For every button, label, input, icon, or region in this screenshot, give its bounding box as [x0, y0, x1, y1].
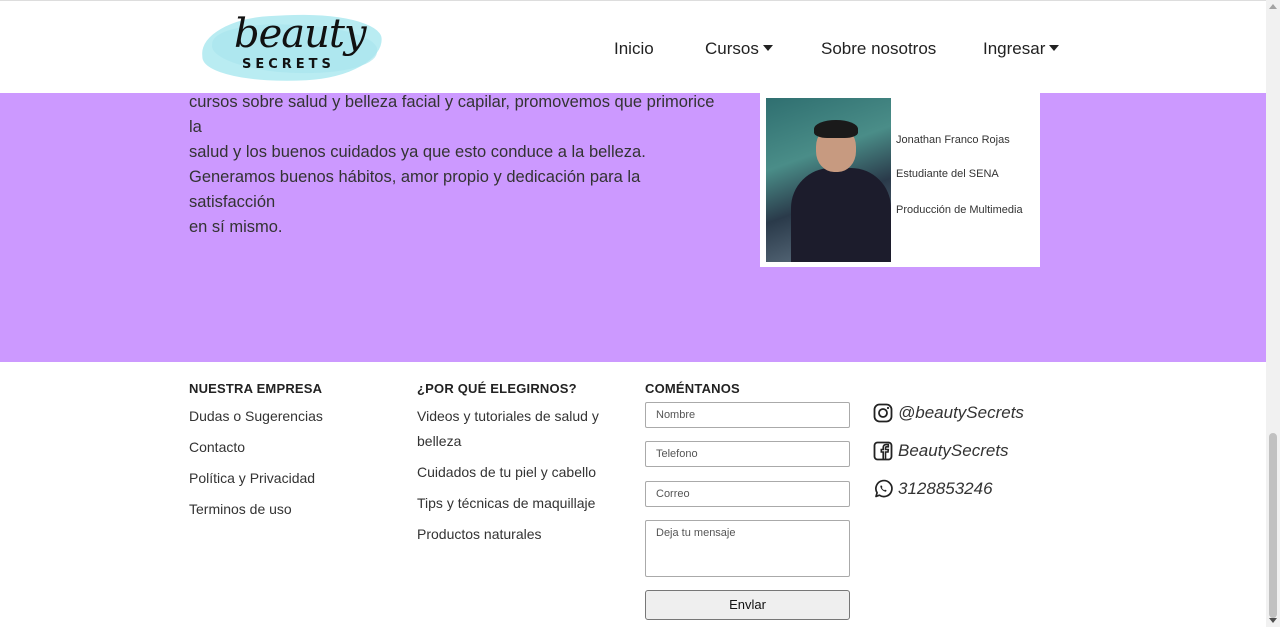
nav-sobre-nosotros[interactable]: Sobre nosotros	[821, 39, 936, 59]
scroll-down-icon[interactable]	[1269, 618, 1277, 623]
author-photo	[766, 98, 891, 262]
navbar: beauty SECRETS Inicio Cursos Sobre nosot…	[0, 0, 1266, 93]
facebook-handle: BeautySecrets	[898, 441, 1009, 460]
about-line: salud y los buenos cuidados ya que esto …	[189, 143, 646, 161]
about-line: en sí mismo.	[189, 218, 283, 236]
instagram-handle: @beautySecrets	[898, 403, 1024, 422]
footer-link-privacidad[interactable]: Política y Privacidad	[189, 466, 315, 491]
footer-link-dudas[interactable]: Dudas o Sugerencias	[189, 404, 323, 429]
nav-cursos-label: Cursos	[705, 39, 759, 58]
beauty-secrets-logo[interactable]: beauty SECRETS	[200, 10, 384, 86]
mensaje-textarea[interactable]: Deja tu mensaje	[645, 520, 850, 577]
social-instagram[interactable]: @beautySecrets	[872, 402, 1024, 424]
scrollbar-thumb[interactable]	[1269, 433, 1277, 618]
nombre-input[interactable]: Nombre	[645, 402, 850, 428]
author-program: Producción de Multimedia	[896, 204, 1023, 216]
footer-porque-title: ¿POR QUÉ ELEGIRNOS?	[417, 381, 577, 396]
footer-empresa-title: NUESTRA EMPRESA	[189, 381, 323, 396]
whatsapp-number: 3128853246	[898, 479, 993, 498]
author-role: Estudiante del SENA	[896, 168, 999, 180]
chevron-down-icon	[762, 45, 773, 51]
photo-hair	[814, 120, 858, 138]
footer-link-contacto[interactable]: Contacto	[189, 435, 245, 460]
footer-comentanos-title: COMÉNTANOS	[645, 381, 740, 396]
scroll-up-icon[interactable]	[1269, 4, 1277, 9]
author-name: Jonathan Franco Rojas	[896, 134, 1010, 146]
social-facebook[interactable]: BeautySecrets	[872, 440, 1009, 462]
whatsapp-icon	[872, 478, 894, 500]
logo-word: beauty	[234, 11, 367, 57]
telefono-input[interactable]: Telefono	[645, 441, 850, 467]
enviar-button[interactable]: Envlar	[645, 590, 850, 620]
footer-link-tips[interactable]: Tips y técnicas de maquillaje	[417, 491, 595, 516]
page-scrollbar[interactable]	[1266, 0, 1280, 627]
nav-inicio[interactable]: Inicio	[614, 39, 654, 59]
instagram-icon	[872, 402, 894, 424]
facebook-icon	[872, 440, 894, 462]
footer-link-terminos[interactable]: Terminos de uso	[189, 497, 292, 522]
about-text: cursos sobre salud y belleza facial y ca…	[189, 90, 729, 240]
about-line: cursos sobre salud y belleza facial y ca…	[189, 93, 715, 136]
footer-link-productos[interactable]: Productos naturales	[417, 522, 542, 547]
logo-sub: SECRETS	[242, 57, 335, 72]
footer-link-videos-cont[interactable]: belleza	[417, 429, 461, 454]
correo-input[interactable]: Correo	[645, 481, 850, 507]
nav-ingresar-label: Ingresar	[983, 39, 1046, 58]
footer-link-cuidados[interactable]: Cuidados de tu piel y cabello	[417, 460, 596, 485]
about-line: Generamos buenos hábitos, amor propio y …	[189, 168, 641, 211]
footer-link-videos[interactable]: Videos y tutoriales de salud y	[417, 404, 599, 429]
chevron-down-icon	[1049, 45, 1060, 51]
about-section: cursos sobre salud y belleza facial y ca…	[0, 93, 1266, 362]
photo-body	[791, 168, 891, 262]
author-card: Jonathan Franco Rojas Estudiante del SEN…	[760, 93, 1040, 267]
nav-ingresar[interactable]: Ingresar	[983, 39, 1060, 59]
nav-cursos[interactable]: Cursos	[705, 39, 773, 59]
social-whatsapp[interactable]: 3128853246	[872, 478, 993, 500]
